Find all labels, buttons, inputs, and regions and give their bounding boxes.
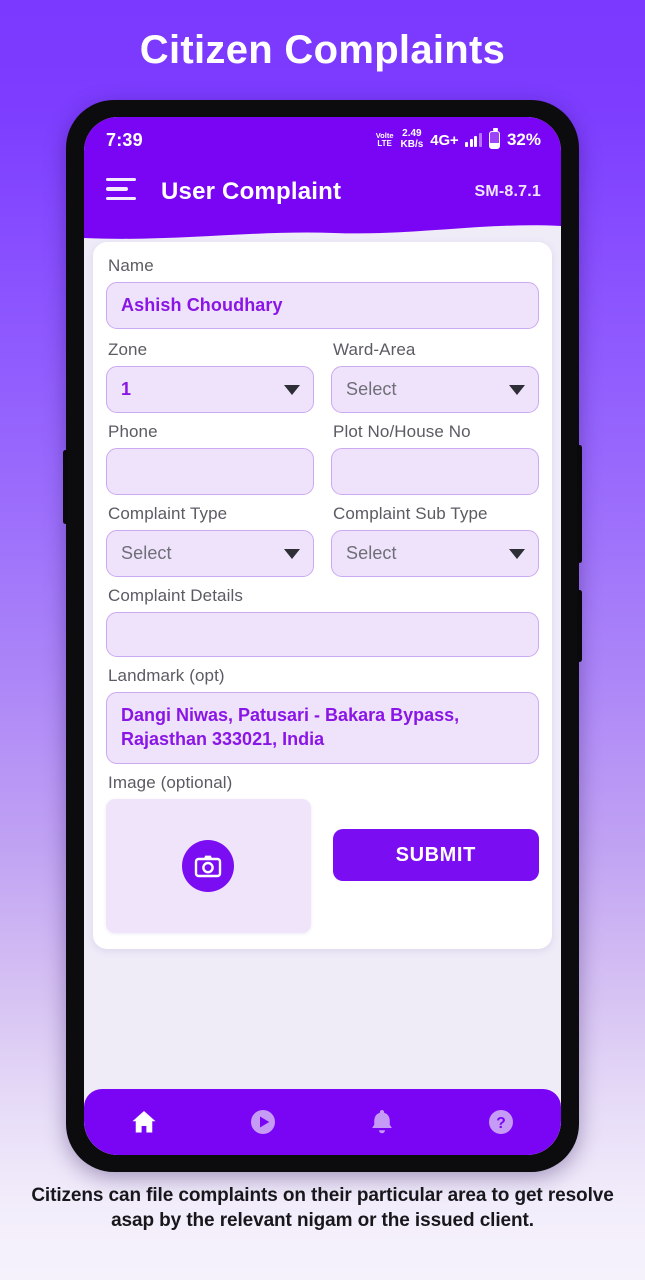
camera-glyph bbox=[195, 855, 222, 878]
phone-mockup: 7:39 Volte LTE 2.49 KB/s 4G+ 32% User Co… bbox=[63, 100, 582, 1172]
landmark-input[interactable]: Dangi Niwas, Patusari - Bakara Bypass, R… bbox=[106, 692, 539, 764]
complaint-type-select-value: Select bbox=[121, 543, 172, 563]
page-title: Citizen Complaints bbox=[139, 28, 506, 72]
nav-item-home[interactable] bbox=[84, 1107, 203, 1137]
phone-volume-button-right bbox=[577, 590, 582, 662]
phone-power-button bbox=[577, 445, 582, 563]
ward-area-label: Ward-Area bbox=[333, 340, 416, 359]
bell-icon bbox=[372, 1110, 392, 1134]
complaint-sub-type-select-value: Select bbox=[346, 543, 397, 563]
ward-area-select-value: Select bbox=[346, 379, 397, 399]
help-circle-icon: ? bbox=[489, 1110, 514, 1134]
camera-icon[interactable] bbox=[182, 840, 235, 892]
nav-item-notifications[interactable] bbox=[323, 1107, 442, 1137]
image-label: Image (optional) bbox=[108, 773, 233, 792]
image-and-submit-row: SUBMIT bbox=[106, 799, 539, 933]
app-content: Name Ashish Choudhary Zone 1 Ward-Area S… bbox=[84, 242, 561, 1154]
bottom-navigation-bar: ? bbox=[84, 1089, 561, 1155]
battery-icon bbox=[488, 128, 500, 149]
hamburger-icon[interactable] bbox=[106, 177, 136, 207]
status-icons: Volte LTE 2.49 KB/s 4G+ 32% bbox=[376, 128, 541, 151]
plot-no-label: Plot No/House No bbox=[333, 422, 471, 441]
app-bar-wave-divider bbox=[84, 220, 561, 242]
app-bar: User Complaint SM-8.7.1 bbox=[84, 163, 561, 221]
plot-no-input[interactable] bbox=[331, 448, 539, 495]
complaint-type-select[interactable]: Select bbox=[106, 530, 314, 577]
name-input[interactable]: Ashish Choudhary bbox=[106, 282, 539, 329]
chevron-down-icon bbox=[509, 384, 525, 395]
network-speed-unit: KB/s bbox=[400, 139, 424, 150]
network-speed: 2.49 KB/s bbox=[400, 128, 424, 151]
complaint-form-card: Name Ashish Choudhary Zone 1 Ward-Area S… bbox=[93, 242, 552, 949]
home-icon bbox=[132, 1111, 156, 1133]
complaint-sub-type-label: Complaint Sub Type bbox=[333, 504, 488, 523]
chevron-down-icon bbox=[284, 548, 300, 559]
phone-input[interactable] bbox=[106, 448, 314, 495]
complaint-details-input[interactable] bbox=[106, 612, 539, 657]
zone-select-value: 1 bbox=[121, 379, 132, 399]
signal-bars-icon bbox=[465, 133, 482, 147]
chevron-down-icon bbox=[509, 548, 525, 559]
zone-label: Zone bbox=[108, 340, 148, 359]
ward-area-select[interactable]: Select bbox=[331, 366, 539, 413]
complaint-sub-type-select[interactable]: Select bbox=[331, 530, 539, 577]
complaint-type-label: Complaint Type bbox=[108, 504, 228, 523]
phone-label: Phone bbox=[108, 422, 158, 441]
zone-select[interactable]: 1 bbox=[106, 366, 314, 413]
figure-caption: Citizens can file complaints on their pa… bbox=[31, 1185, 614, 1231]
wave-shape bbox=[84, 220, 561, 239]
app-bar-title: User Complaint bbox=[161, 178, 342, 205]
chevron-down-icon bbox=[284, 384, 300, 395]
nav-item-help[interactable]: ? bbox=[442, 1107, 561, 1137]
status-time: 7:39 bbox=[106, 129, 143, 150]
network-type-label: 4G+ bbox=[430, 131, 459, 149]
play-circle-icon bbox=[250, 1110, 275, 1134]
submit-button[interactable]: SUBMIT bbox=[332, 829, 539, 881]
svg-text:?: ? bbox=[497, 1115, 507, 1132]
app-version-label: SM-8.7.1 bbox=[474, 183, 541, 200]
complaint-details-label: Complaint Details bbox=[108, 586, 243, 605]
battery-percent-label: 32% bbox=[506, 130, 541, 149]
image-picker[interactable] bbox=[106, 799, 311, 933]
volte-icon: Volte LTE bbox=[376, 132, 394, 148]
phone-volume-button-left bbox=[63, 450, 68, 524]
name-label: Name bbox=[108, 256, 154, 275]
volte-label-bottom: LTE bbox=[377, 138, 392, 148]
phone-screen: 7:39 Volte LTE 2.49 KB/s 4G+ 32% User Co… bbox=[84, 117, 561, 1155]
landmark-label: Landmark (opt) bbox=[108, 666, 225, 685]
status-bar: 7:39 Volte LTE 2.49 KB/s 4G+ 32% bbox=[84, 117, 561, 163]
nav-item-play[interactable] bbox=[203, 1107, 322, 1137]
